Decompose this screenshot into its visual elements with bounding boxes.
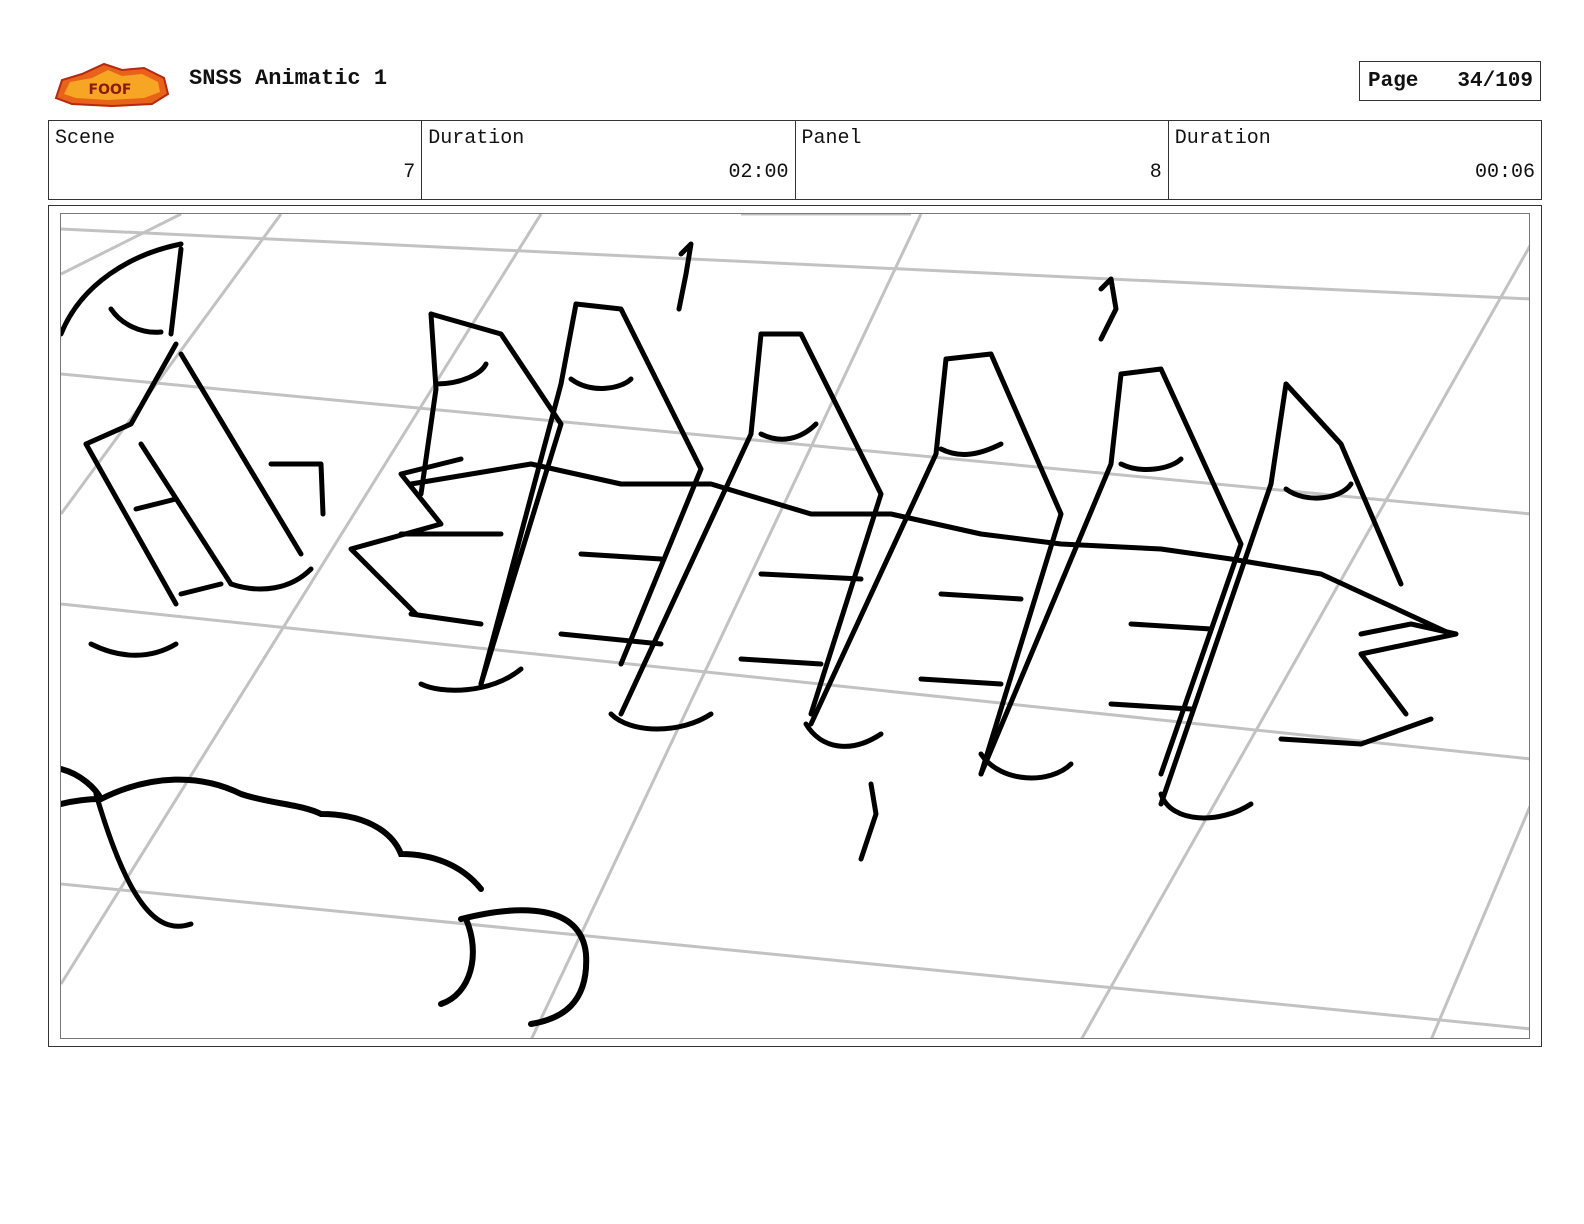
document-title: SNSS Animatic 1 — [189, 66, 388, 91]
show-logo: FOOF — [52, 58, 170, 108]
fence-sketch — [61, 241, 1459, 929]
panel-value: 8 — [1149, 161, 1162, 184]
scene-cell: Scene 7 — [49, 121, 423, 199]
page-label: Page — [1368, 69, 1419, 93]
scene-value: 7 — [403, 161, 416, 184]
panel-info-table: Scene 7 Duration 02:00 Panel 8 Duration … — [48, 120, 1542, 200]
floor-grid — [61, 214, 1529, 1038]
page-number: 34/109 — [1457, 69, 1533, 93]
scene-duration-cell: Duration 02:00 — [422, 121, 796, 199]
svg-text:FOOF: FOOF — [89, 82, 132, 98]
page-indicator: Page 34/109 — [1359, 61, 1541, 101]
scene-duration-value: 02:00 — [728, 161, 789, 184]
panel-cell: Panel 8 — [796, 121, 1169, 199]
scene-duration-label: Duration — [428, 127, 525, 150]
panel-duration-label: Duration — [1174, 127, 1271, 150]
panel-label: Panel — [801, 127, 862, 150]
storyboard-drawing — [60, 213, 1530, 1039]
scene-label: Scene — [55, 127, 116, 150]
panel-duration-cell: Duration 00:06 — [1169, 121, 1541, 199]
panel-duration-value: 00:06 — [1474, 161, 1535, 184]
